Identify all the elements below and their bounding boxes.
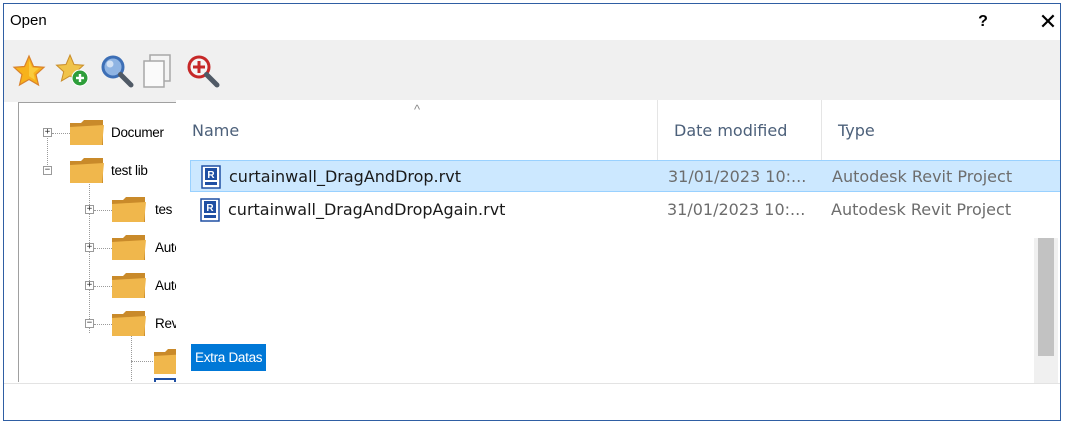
vertical-scrollbar[interactable] (1034, 238, 1058, 384)
folder-open-icon (112, 311, 146, 336)
open-dialog: Open ? ✕ + Documer − test lib + tes + Au… (3, 3, 1061, 421)
file-name: curtainwall_DragAndDrop.rvt (229, 167, 461, 186)
expand-toggle[interactable]: + (85, 281, 94, 290)
scrollbar-thumb[interactable] (1038, 238, 1054, 356)
revit-file-icon: R (201, 165, 221, 189)
file-type: Autodesk Revit Project (831, 200, 1012, 219)
expand-toggle[interactable]: + (43, 128, 52, 137)
column-header-label: Name (192, 120, 240, 140)
folder-open-icon (70, 158, 104, 183)
toolbar (4, 40, 1060, 102)
help-button[interactable]: ? (965, 7, 1001, 37)
file-name: curtainwall_DragAndDropAgain.rvt (228, 200, 506, 219)
collapse-toggle[interactable]: − (43, 166, 52, 175)
zoom-in-button[interactable] (184, 52, 222, 90)
dialog-title: Open (10, 12, 47, 29)
favorites-star-icon (12, 54, 46, 87)
revit-file-icon: R (200, 198, 220, 222)
divider (4, 383, 1060, 384)
expand-toggle[interactable]: + (85, 243, 94, 252)
folder-icon (112, 273, 146, 298)
column-header-label: Type (838, 120, 875, 140)
column-header-date[interactable]: Date modified (658, 100, 822, 160)
folder-icon (112, 197, 146, 222)
tree-item-documents[interactable]: + Documer (19, 115, 190, 151)
column-header-type[interactable]: Type (822, 100, 1060, 160)
file-type: Autodesk Revit Project (832, 167, 1013, 186)
tree-item-tes[interactable]: + tes (19, 192, 190, 228)
collapse-toggle[interactable]: − (85, 319, 94, 328)
file-date: 31/01/2023 10:... (668, 167, 807, 186)
tree-item-test-lib[interactable]: − test lib (19, 153, 190, 189)
file-row[interactable]: R curtainwall_DragAndDropAgain.rvt 31/01… (190, 194, 1060, 226)
zoom-in-icon (187, 55, 220, 88)
column-header-label: Date modified (674, 120, 788, 140)
add-favorite-button[interactable] (54, 52, 92, 90)
tree-item-autocad[interactable]: + AutoCAD (19, 230, 190, 266)
folder-icon (112, 235, 146, 260)
folder-icon (70, 120, 104, 145)
copy-pages-icon (143, 54, 171, 88)
tree-item-label: test lib (111, 163, 148, 178)
search-button[interactable] (98, 52, 136, 90)
file-date: 31/01/2023 10:... (667, 200, 806, 219)
favorites-button[interactable] (10, 52, 48, 90)
tree-item-label-selected[interactable]: Extra Datas (191, 344, 267, 371)
tree-item-label: tes (155, 202, 173, 217)
close-button[interactable]: ✕ (1030, 7, 1060, 37)
tree-item-revit[interactable]: − Revit (19, 306, 190, 342)
revit-file-letter: R (206, 203, 214, 214)
copy-button[interactable] (140, 52, 178, 90)
tree-item-extra-datas[interactable] (19, 344, 190, 380)
folder-tree[interactable]: + Documer − test lib + tes + AutoCAD + A… (18, 102, 190, 382)
file-row-selected[interactable]: R curtainwall_DragAndDrop.rvt 31/01/2023… (190, 160, 1060, 192)
title-bar: Open ? ✕ (4, 4, 1060, 40)
search-icon (101, 55, 134, 88)
expand-toggle[interactable]: + (85, 205, 94, 214)
tree-item-autocad-revit[interactable]: + AutoCAD Revit (19, 268, 190, 304)
file-list[interactable]: ^ Name Date modified Type R curtainwall_… (176, 100, 1060, 384)
revit-file-letter: R (207, 170, 215, 181)
add-to-favorites-icon (55, 53, 89, 87)
tree-item-label: Documer (111, 125, 164, 140)
column-header-name[interactable]: Name (176, 100, 658, 160)
